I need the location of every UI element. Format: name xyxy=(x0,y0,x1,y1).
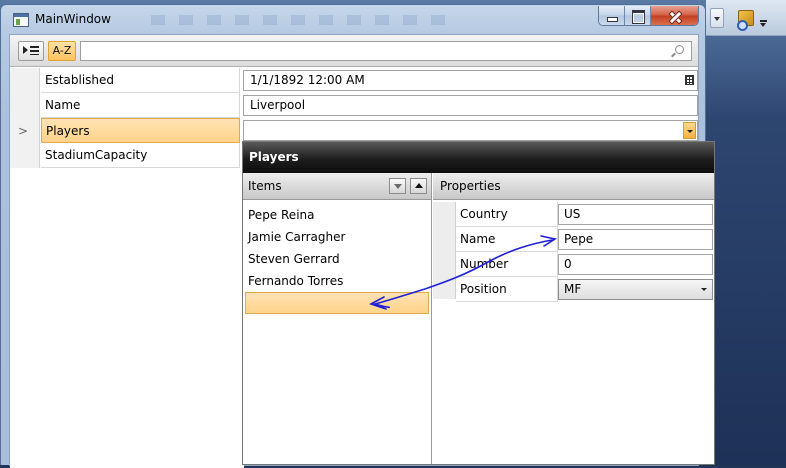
maximize-button[interactable] xyxy=(625,6,651,25)
window-title: MainWindow xyxy=(35,12,111,26)
property-name: Number xyxy=(456,252,558,277)
property-name: Position xyxy=(456,277,558,302)
alphabetical-button[interactable]: A-Z xyxy=(48,41,76,61)
property-value: Liverpool xyxy=(250,98,306,112)
position-value: MF xyxy=(564,282,582,296)
property-name: Name xyxy=(456,227,558,252)
new-list-item[interactable] xyxy=(245,292,429,314)
search-icon xyxy=(675,45,684,54)
property-grid-toolbar: A-Z xyxy=(10,35,698,67)
datetime-editor[interactable]: 1/1/1892 12:00 AM xyxy=(243,70,698,91)
items-header: Items xyxy=(243,173,431,200)
property-row-name[interactable]: Name Liverpool xyxy=(10,93,698,118)
property-name: Established xyxy=(41,68,240,93)
search-folder-icon[interactable] xyxy=(737,10,754,31)
items-pane: Items Pepe Reina Jamie Carragher Steven … xyxy=(243,173,432,464)
property-value: 1/1/1892 12:00 AM xyxy=(250,73,365,87)
caption-buttons xyxy=(598,6,699,26)
collection-editor[interactable] xyxy=(243,120,698,141)
title-bar-reflection xyxy=(151,15,451,25)
move-up-button[interactable] xyxy=(410,178,427,194)
position-select[interactable]: MF xyxy=(558,279,713,300)
properties-pane: Properties Country US Name Pepe Number 0… xyxy=(433,173,714,464)
country-field[interactable]: US xyxy=(558,204,713,225)
selected-row-marker: > xyxy=(18,124,29,138)
list-item[interactable]: Fernando Torres xyxy=(245,270,429,292)
move-down-button[interactable] xyxy=(389,178,406,194)
property-row-name[interactable]: Name Pepe xyxy=(433,227,714,252)
dropdown-arrow-icon[interactable] xyxy=(683,122,696,139)
list-item[interactable]: Steven Gerrard xyxy=(245,248,429,270)
property-grid-empty-area xyxy=(10,168,244,468)
close-button[interactable] xyxy=(651,6,698,25)
property-row-established[interactable]: Established 1/1/1892 12:00 AM xyxy=(10,68,698,93)
number-field[interactable]: 0 xyxy=(558,254,713,275)
property-name: Players xyxy=(41,118,240,143)
players-collection-popup: Players Items Pepe Reina Jamie Carragher… xyxy=(242,141,715,465)
calendar-icon[interactable] xyxy=(685,75,694,85)
overflow-arrow-icon[interactable] xyxy=(760,20,767,27)
property-name: Country xyxy=(456,202,558,227)
categorized-button[interactable] xyxy=(18,41,44,61)
window-icon xyxy=(13,13,29,27)
popup-title: Players xyxy=(243,142,714,173)
items-header-label: Items xyxy=(248,179,282,193)
search-input[interactable] xyxy=(80,41,692,61)
property-row-number[interactable]: Number 0 xyxy=(433,252,714,277)
property-row-country[interactable]: Country US xyxy=(433,202,714,227)
property-name: StadiumCapacity xyxy=(41,143,240,168)
name-field[interactable]: Pepe xyxy=(558,229,713,250)
property-name: Name xyxy=(41,93,240,118)
list-item[interactable]: Pepe Reina xyxy=(245,204,429,226)
list-item[interactable]: Jamie Carragher xyxy=(245,226,429,248)
properties-header: Properties xyxy=(433,173,714,200)
title-bar[interactable]: MainWindow xyxy=(1,5,705,35)
minimize-button[interactable] xyxy=(599,6,625,25)
property-row-players[interactable]: > Players xyxy=(10,118,698,143)
taskbar-dropdown-button[interactable] xyxy=(710,8,724,28)
text-editor[interactable]: Liverpool xyxy=(243,95,698,116)
chevron-down-icon xyxy=(701,288,707,291)
property-row-position[interactable]: Position MF xyxy=(433,277,714,302)
